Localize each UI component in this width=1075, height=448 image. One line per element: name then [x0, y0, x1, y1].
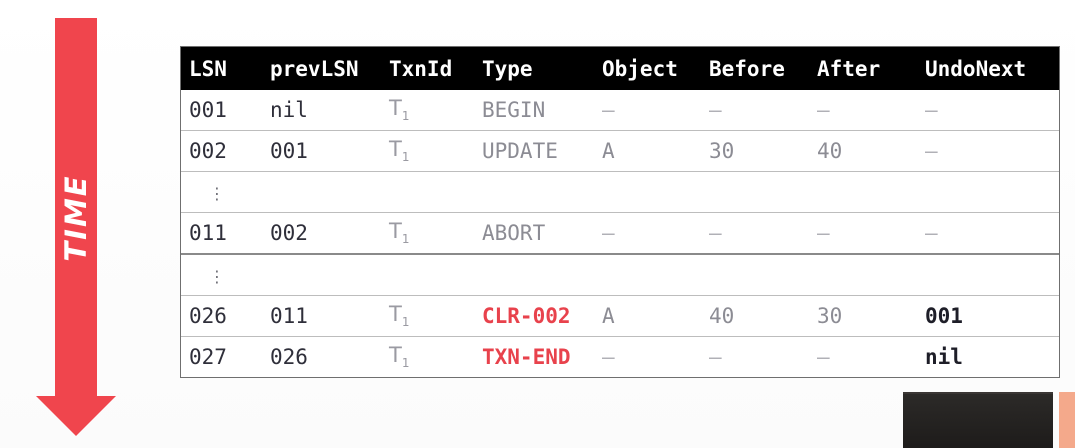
object-cell: A [602, 139, 615, 163]
txnid-cell: T1 [389, 343, 410, 371]
undonext-cell: – [925, 139, 938, 163]
lsn-cell: 027 [189, 345, 227, 369]
prevlsn-cell: nil [270, 98, 308, 122]
time-label: TIME [59, 174, 93, 262]
before-cell: – [709, 345, 722, 369]
lsn-cell: 001 [189, 98, 227, 122]
after-cell: 30 [817, 304, 843, 328]
lsn-cell: 011 [189, 221, 227, 245]
table-row: 011 002 T1 ABORT – – – – [181, 212, 1059, 253]
object-cell: – [602, 221, 615, 245]
object-cell: A [602, 304, 615, 328]
txnid-cell: T1 [389, 96, 410, 124]
header-type: Type [482, 56, 533, 81]
object-cell: – [602, 345, 615, 369]
ellipsis-row: ⋮ [181, 253, 1059, 295]
after-cell: – [817, 98, 830, 122]
type-cell: BEGIN [482, 98, 546, 122]
object-cell: – [602, 98, 615, 122]
table-row: 002 001 T1 UPDATE A 30 40 – [181, 130, 1059, 171]
after-cell: 40 [817, 139, 843, 163]
lsn-cell: 026 [189, 304, 227, 328]
table-row: 027 026 T1 TXN-END – – – nil [181, 336, 1059, 377]
header-object: Object [602, 56, 678, 81]
webcam-edge-strip [1059, 392, 1075, 448]
header-after: After [817, 56, 881, 81]
before-cell: 30 [709, 139, 735, 163]
prevlsn-cell: 011 [270, 304, 308, 328]
log-table: LSN prevLSN TxnId Type Object Before Aft… [180, 46, 1060, 378]
time-arrow: TIME [0, 0, 160, 448]
txnid-cell: T1 [389, 219, 410, 247]
undonext-cell: – [925, 98, 938, 122]
prevlsn-cell: 001 [270, 139, 308, 163]
ellipsis-icon: ⋮ [209, 267, 225, 286]
type-cell: TXN-END [482, 345, 571, 369]
type-cell: CLR-002 [482, 304, 571, 328]
header-lsn: LSN [189, 56, 227, 81]
header-before: Before [709, 56, 785, 81]
table-row: 026 011 T1 CLR-002 A 40 30 001 [181, 295, 1059, 336]
undonext-cell: 001 [925, 304, 963, 328]
header-undonext: UndoNext [925, 56, 1027, 81]
undonext-cell: – [925, 221, 938, 245]
table-row: 001 nil T1 BEGIN – – – – [181, 90, 1059, 130]
type-cell: ABORT [482, 221, 546, 245]
txnid-cell: T1 [389, 302, 410, 330]
undonext-cell: nil [925, 345, 963, 369]
before-cell: 40 [709, 304, 735, 328]
ellipsis-icon: ⋮ [209, 184, 225, 203]
type-cell: UPDATE [482, 139, 558, 163]
slide-canvas: TIME LSN prevLSN TxnId Type Object Befor… [0, 0, 1075, 448]
ellipsis-row: ⋮ [181, 171, 1059, 212]
before-cell: – [709, 221, 722, 245]
header-prevlsn: prevLSN [270, 56, 359, 81]
prevlsn-cell: 002 [270, 221, 308, 245]
txnid-cell: T1 [389, 137, 410, 165]
arrow-head [36, 396, 116, 436]
after-cell: – [817, 345, 830, 369]
after-cell: – [817, 221, 830, 245]
log-table-header: LSN prevLSN TxnId Type Object Before Aft… [181, 47, 1059, 90]
prevlsn-cell: 026 [270, 345, 308, 369]
header-txnid: TxnId [389, 56, 453, 81]
webcam-thumbnail [903, 392, 1053, 448]
lsn-cell: 002 [189, 139, 227, 163]
before-cell: – [709, 98, 722, 122]
